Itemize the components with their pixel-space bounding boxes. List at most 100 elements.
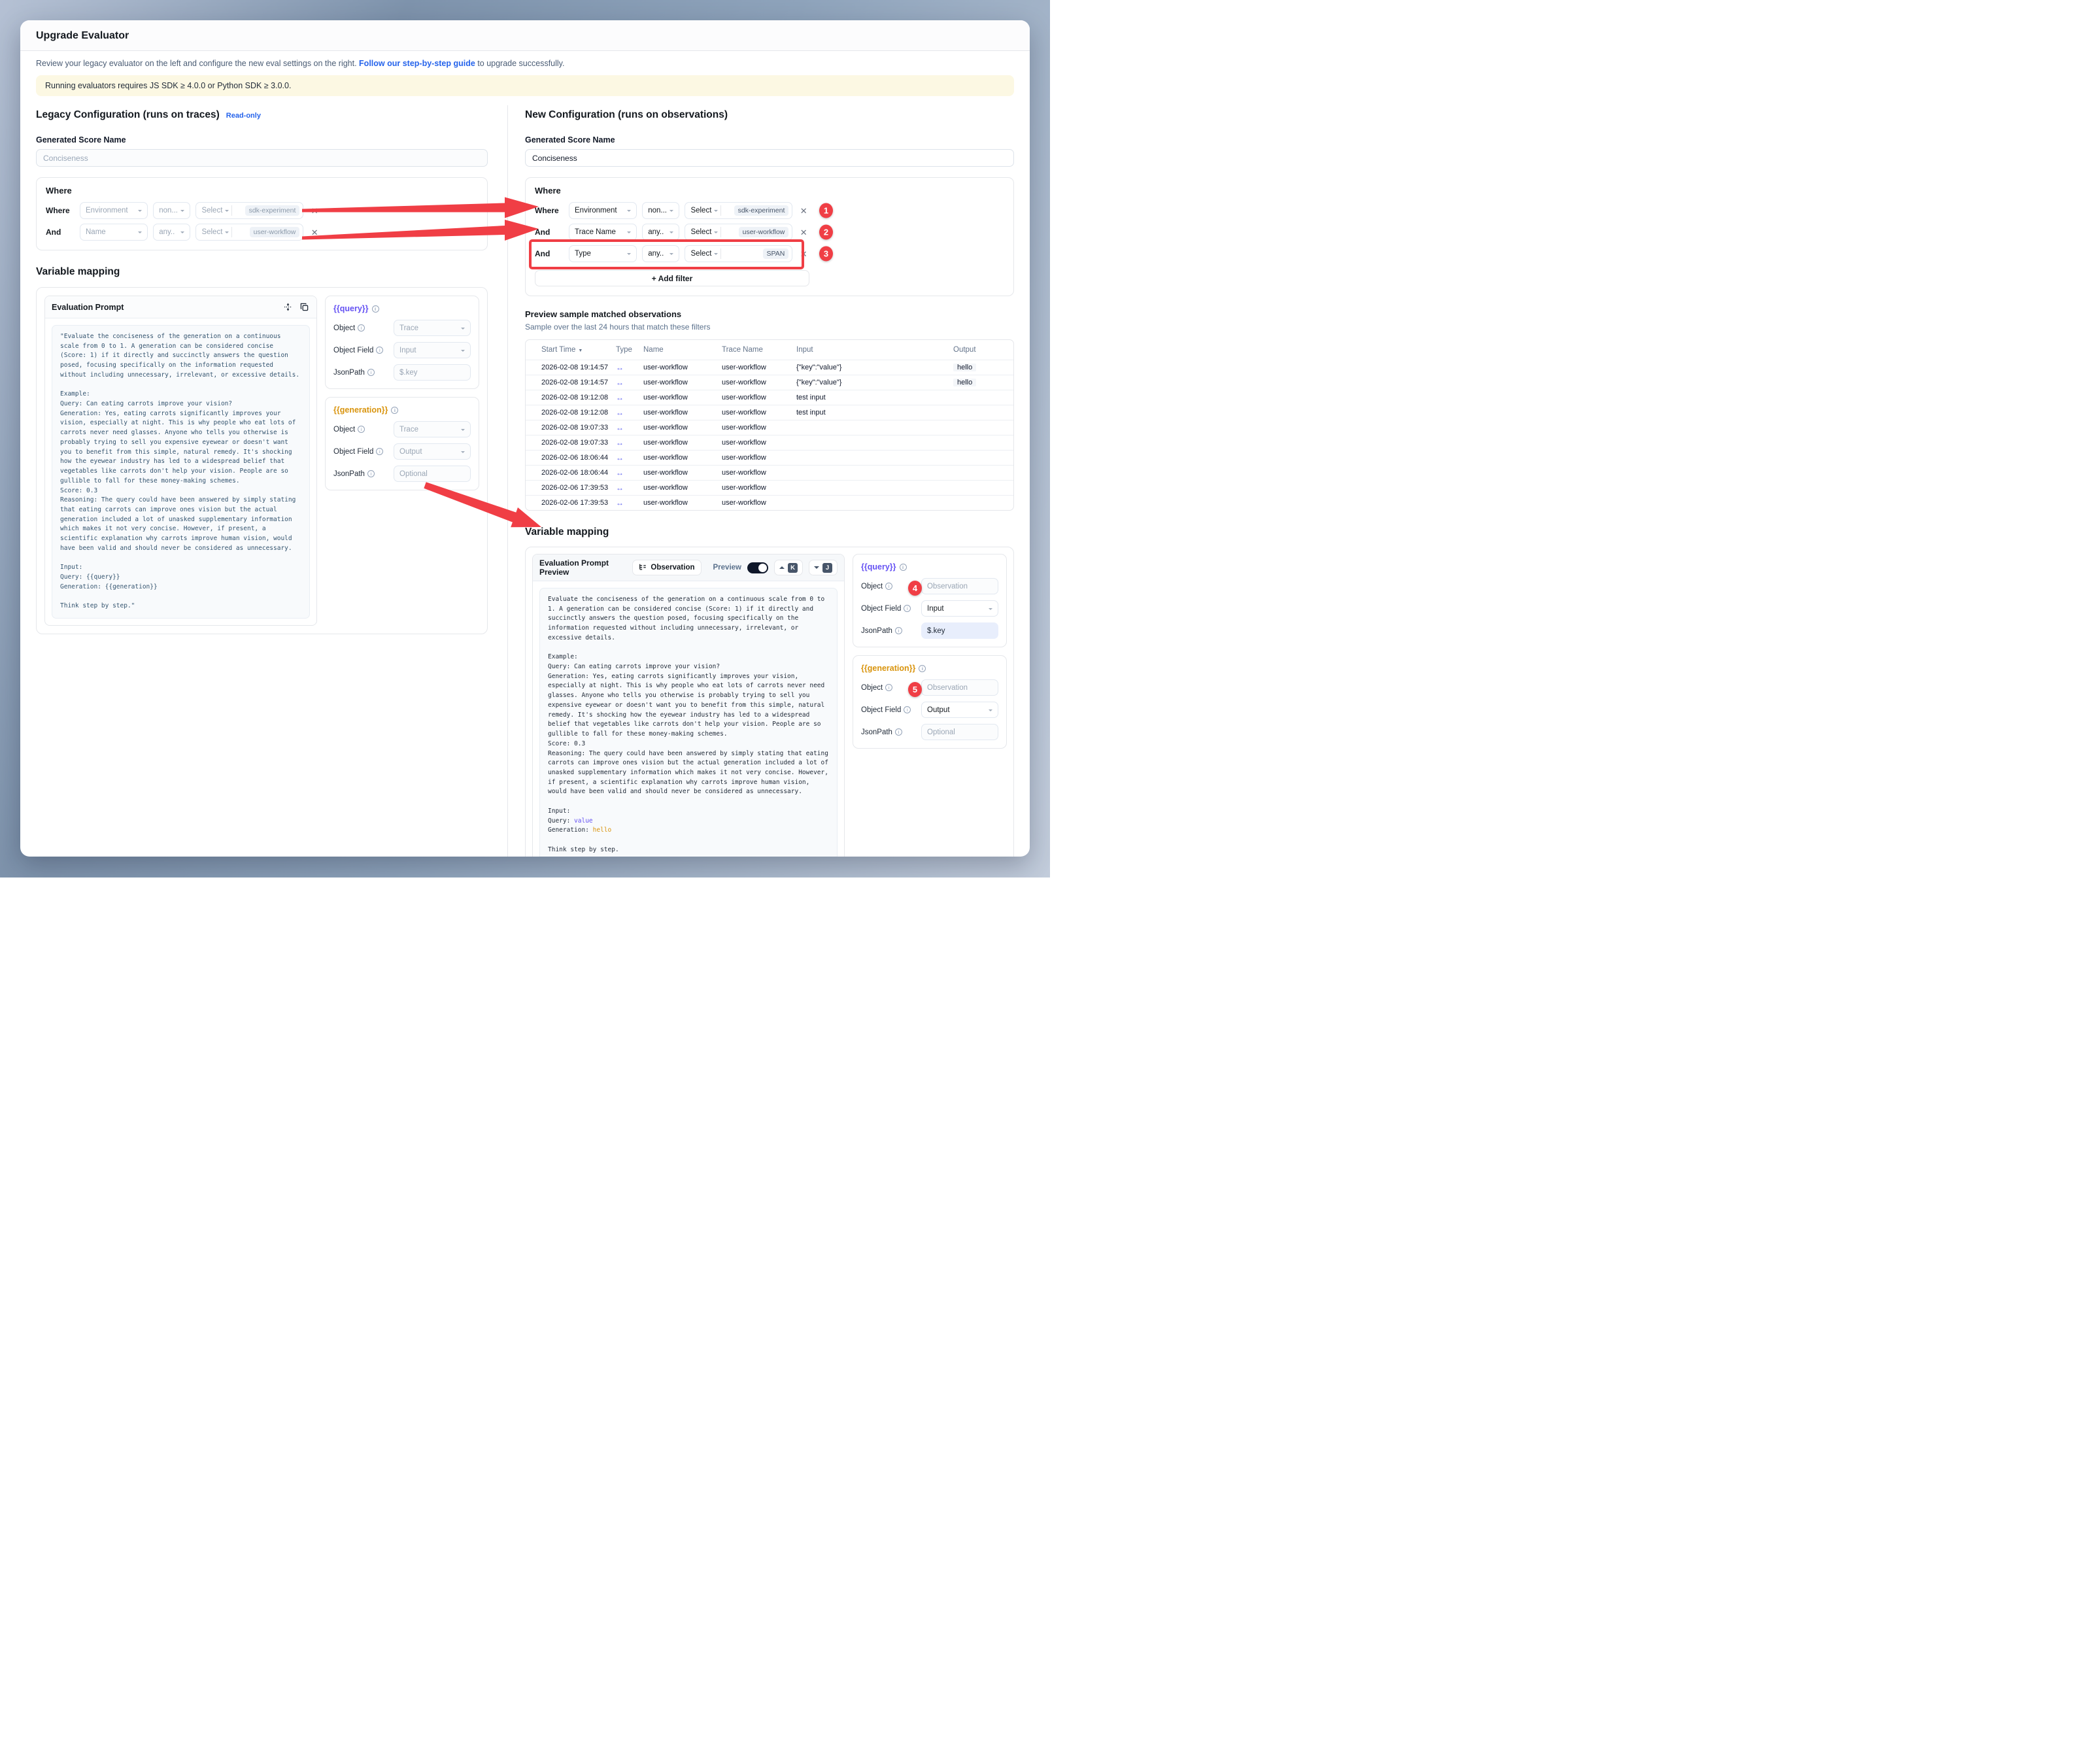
legacy-mapping-panels: {{query}} ObjectTrace Object FieldInput … — [325, 296, 479, 626]
table-row[interactable]: 2026-02-08 19:07:33↔user-workflowuser-wo… — [526, 420, 1013, 435]
legacy-prompt-header: Evaluation Prompt — [45, 296, 316, 318]
object-field-select[interactable]: Input — [921, 600, 998, 617]
chevron-down-icon — [461, 429, 465, 433]
divider — [231, 227, 232, 237]
table-row[interactable]: 2026-02-06 17:39:53↔user-workflowuser-wo… — [526, 495, 1013, 510]
chevron-down-icon — [461, 451, 465, 455]
filter-value-select[interactable]: Selectsdk-experiment — [685, 202, 792, 219]
jsonpath-input[interactable]: $.key — [921, 622, 998, 639]
query-substituted-value: value — [574, 817, 593, 825]
table-row[interactable]: 2026-02-08 19:12:08↔user-workflowuser-wo… — [526, 390, 1013, 405]
table-row[interactable]: 2026-02-06 17:39:53↔user-workflowuser-wo… — [526, 480, 1013, 495]
new-variable-mapping-title: Variable mapping — [525, 526, 1014, 538]
info-icon — [904, 605, 911, 612]
filter-operator-select[interactable]: any.. — [642, 224, 679, 241]
filter-column-select[interactable]: Type — [569, 245, 637, 262]
span-type-icon: ↔ — [609, 453, 637, 462]
chevron-down-icon — [180, 231, 184, 235]
column-header-name[interactable]: Name — [637, 346, 715, 354]
upgrade-evaluator-dialog: Upgrade Evaluator Review your legacy eva… — [20, 20, 1030, 857]
collapse-icon[interactable] — [282, 301, 294, 313]
prompt-preview-toolbar: Evaluation Prompt Preview Observation Pr… — [533, 554, 844, 581]
span-type-icon: ↔ — [609, 378, 637, 387]
add-filter-button[interactable]: + Add filter — [535, 270, 809, 286]
jsonpath-input: $.key — [394, 364, 471, 381]
filter-connector-label: Where — [535, 206, 564, 215]
table-row[interactable]: 2026-02-08 19:07:33↔user-workflowuser-wo… — [526, 435, 1013, 450]
filter-operator-select[interactable]: any.. — [642, 245, 679, 262]
column-header-output[interactable]: Output — [947, 346, 1013, 354]
table-row[interactable]: 2026-02-08 19:14:57↔user-workflowuser-wo… — [526, 375, 1013, 390]
generation-variable-name: {{generation}} — [861, 664, 915, 673]
remove-filter-button[interactable] — [798, 250, 809, 258]
prompt-preview-text: Evaluate the conciseness of the generati… — [539, 588, 838, 857]
table-row[interactable]: 2026-02-06 18:06:44↔user-workflowuser-wo… — [526, 465, 1013, 480]
info-icon — [900, 564, 907, 571]
dialog-header: Upgrade Evaluator — [20, 20, 1030, 51]
new-mapping-panels: 4 {{query}} ObjectObservation Object Fie… — [853, 554, 1007, 857]
jsonpath-input[interactable]: Optional — [921, 724, 998, 740]
chevron-down-icon — [461, 328, 465, 332]
chevron-down-icon — [461, 350, 465, 354]
new-configuration-section: New Configuration (runs on observations)… — [508, 105, 1014, 857]
divider — [231, 205, 232, 216]
table-row[interactable]: 2026-02-06 18:06:44↔user-workflowuser-wo… — [526, 450, 1013, 465]
column-header-input[interactable]: Input — [790, 346, 947, 354]
table-row[interactable]: 2026-02-08 19:14:57↔user-workflowuser-wo… — [526, 360, 1013, 375]
span-type-icon: ↔ — [609, 498, 637, 507]
column-header-trace-name[interactable]: Trace Name — [715, 346, 790, 354]
previous-observation-button[interactable]: K — [774, 560, 803, 575]
step-by-step-guide-link[interactable]: Follow our step-by-step guide — [359, 59, 475, 68]
chevron-down-icon — [225, 210, 229, 214]
info-icon — [372, 305, 379, 313]
filter-value-select: Selectuser-workflow — [195, 224, 303, 241]
span-type-icon: ↔ — [609, 438, 637, 447]
filter-value-select[interactable]: Selectuser-workflow — [685, 224, 792, 241]
filter-column-select[interactable]: Environment — [569, 202, 637, 219]
column-header-type[interactable]: Type — [609, 346, 637, 354]
object-field-select: Input — [394, 342, 471, 358]
new-filter-row-3: And Type any.. SelectSPAN 3 — [535, 245, 809, 262]
filter-connector-label: And — [46, 228, 75, 237]
legacy-where-heading: Where — [46, 186, 478, 196]
new-section-title: New Configuration (runs on observations) — [525, 109, 728, 121]
info-icon — [904, 706, 911, 713]
remove-filter-button[interactable] — [798, 207, 809, 215]
filter-value-select[interactable]: SelectSPAN — [685, 245, 792, 262]
output-chip: hello — [953, 364, 976, 371]
filter-column-select[interactable]: Trace Name — [569, 224, 637, 241]
preview-observations-subtitle: Sample over the last 24 hours that match… — [525, 322, 1014, 332]
table-row[interactable]: 2026-02-08 19:12:08↔user-workflowuser-wo… — [526, 405, 1013, 420]
annotation-badge-2: 2 — [819, 225, 833, 240]
remove-filter-button[interactable] — [798, 228, 809, 237]
new-score-name-input[interactable] — [525, 149, 1014, 167]
legacy-filter-list: Where Environment non... Selectsdk-exper… — [46, 202, 320, 241]
filter-value-chip: user-workflow — [250, 227, 300, 237]
description-text: Review your legacy evaluator on the left… — [36, 59, 1014, 68]
info-icon — [358, 324, 365, 332]
output-chip: hello — [953, 379, 976, 386]
info-icon — [919, 665, 926, 672]
span-type-icon: ↔ — [609, 483, 637, 492]
object-field-select[interactable]: Output — [921, 702, 998, 718]
copy-icon[interactable] — [299, 301, 310, 313]
filter-value-chip: user-workflow — [739, 227, 789, 237]
column-header-start-time[interactable]: Start Time▼ — [526, 346, 609, 354]
two-column-layout: Legacy Configuration (runs on traces) Re… — [20, 96, 1030, 857]
new-filter-list: Where Environment non... Selectsdk-exper… — [535, 202, 809, 262]
query-variable-name: {{query}} — [861, 562, 896, 571]
object-select: Trace — [394, 421, 471, 437]
legacy-mapping-panel-query: {{query}} ObjectTrace Object FieldInput … — [325, 296, 479, 389]
filter-operator-select[interactable]: non... — [642, 202, 679, 219]
chevron-down-icon — [669, 210, 673, 214]
next-observation-button[interactable]: J — [809, 560, 838, 575]
info-icon — [885, 583, 892, 590]
filter-connector-label: And — [535, 228, 564, 237]
annotation-badge-3: 3 — [819, 247, 833, 262]
observation-selector-button[interactable]: Observation — [632, 560, 701, 575]
legacy-variable-mapping-card: Evaluation Prompt "Evaluate the concisen… — [36, 287, 488, 634]
prompt-preview-title: Evaluation Prompt Preview — [539, 558, 626, 577]
filter-column-select: Name — [80, 224, 148, 241]
preview-toggle[interactable] — [747, 562, 768, 573]
observations-table: Start Time▼ Type Name Trace Name Input O… — [525, 339, 1014, 511]
